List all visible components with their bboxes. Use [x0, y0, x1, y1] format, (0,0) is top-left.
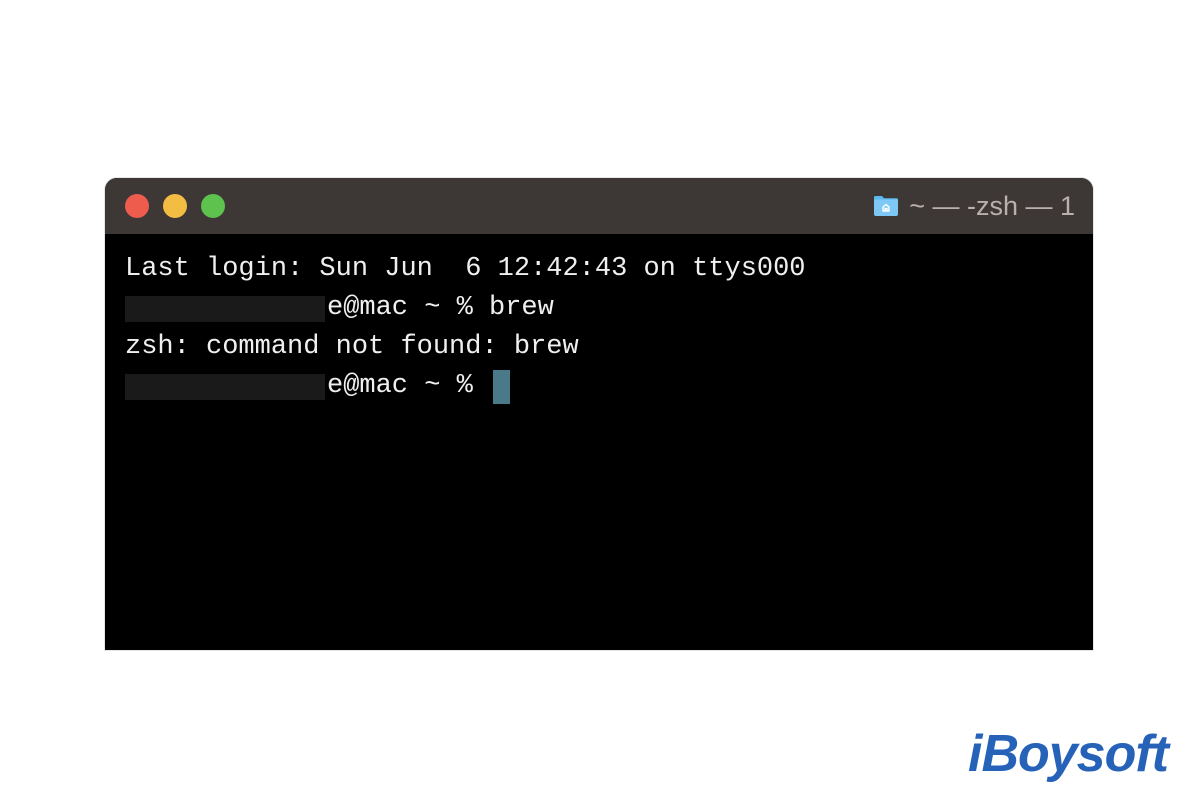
terminal-output-line: zsh: command not found: brew	[125, 328, 1073, 367]
last-login-text: Last login: Sun Jun 6 12:42:43 on ttys00…	[125, 250, 806, 289]
terminal-body[interactable]: Last login: Sun Jun 6 12:42:43 on ttys00…	[105, 234, 1093, 423]
terminal-prompt-line: e@mac ~ %	[125, 367, 1073, 406]
redacted-username	[125, 296, 325, 322]
traffic-lights	[125, 194, 225, 218]
maximize-icon[interactable]	[201, 194, 225, 218]
window-title-section: ~ — -zsh — 1	[873, 191, 1075, 222]
close-icon[interactable]	[125, 194, 149, 218]
prompt-text: e@mac ~ %	[327, 367, 489, 406]
home-folder-icon	[873, 195, 899, 217]
watermark-logo: iBoysoft	[968, 724, 1168, 784]
redacted-username	[125, 374, 325, 400]
watermark-text: iBoysoft	[968, 724, 1168, 784]
minimize-icon[interactable]	[163, 194, 187, 218]
terminal-prompt-line: e@mac ~ % brew	[125, 289, 1073, 328]
cursor-icon	[493, 370, 510, 404]
title-bar: ~ — -zsh — 1	[105, 178, 1093, 234]
command-text: brew	[489, 289, 554, 328]
window-title: ~ — -zsh — 1	[909, 191, 1075, 222]
error-output-text: zsh: command not found: brew	[125, 328, 579, 367]
terminal-window: ~ — -zsh — 1 Last login: Sun Jun 6 12:42…	[105, 178, 1093, 650]
prompt-text: e@mac ~ %	[327, 289, 489, 328]
terminal-output-line: Last login: Sun Jun 6 12:42:43 on ttys00…	[125, 250, 1073, 289]
